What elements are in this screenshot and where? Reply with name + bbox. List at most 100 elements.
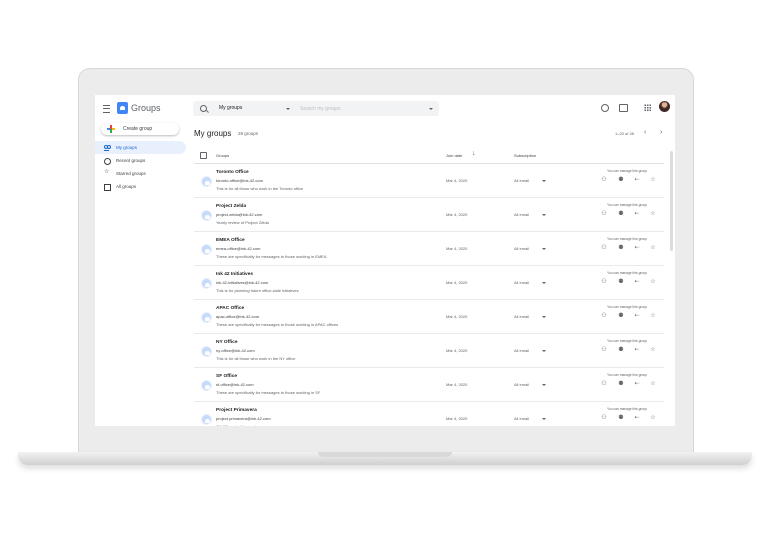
sort-arrow-down-icon[interactable]: ↓ [472,150,476,157]
table-row[interactable]: Ink 42 Initiatives ink-42-initiatives@in… [194,266,664,300]
group-name[interactable]: EMEA Office [216,238,245,243]
members-icon[interactable]: ⚇ [601,279,607,285]
add-member-icon[interactable]: ⚉ [618,245,624,251]
sidebar-item-recent-groups[interactable]: Recent groups [95,154,186,167]
sidebar-item-my-groups[interactable]: My groups [95,141,186,154]
leave-group-icon[interactable]: ⇠ [634,177,640,183]
members-icon[interactable]: ⚇ [601,313,607,319]
manage-note: You can manage this group [607,169,648,173]
chevron-left-icon[interactable]: ‹ [644,129,646,136]
table-header: Groups Join date ↓ Subscription [194,149,664,164]
search-scope-select[interactable]: My groups [219,105,242,111]
subscription-select[interactable]: All email [514,178,529,183]
chevron-down-icon[interactable] [542,350,546,352]
add-member-icon[interactable]: ⚉ [618,381,624,387]
apps-grid-icon[interactable] [644,104,651,111]
leave-group-icon[interactable]: ⇠ [634,211,640,217]
leave-group-icon[interactable]: ⇠ [634,347,640,353]
star-icon[interactable]: ☆ [650,415,656,421]
chevron-down-icon[interactable] [542,384,546,386]
members-icon[interactable]: ⚇ [601,245,607,251]
group-name[interactable]: NY Office [216,340,238,345]
add-member-icon[interactable]: ⚉ [618,415,624,421]
chevron-down-icon[interactable] [542,248,546,250]
subscription-select[interactable]: All email [514,212,529,217]
star-icon[interactable]: ☆ [650,177,656,183]
subscription-select[interactable]: All email [514,314,529,319]
help-icon[interactable] [601,104,609,112]
leave-group-icon[interactable]: ⇠ [634,415,640,421]
group-name[interactable]: SF Office [216,374,237,379]
members-icon[interactable]: ⚇ [601,415,607,421]
add-member-icon[interactable]: ⚉ [618,177,624,183]
star-icon[interactable]: ☆ [650,347,656,353]
chevron-right-icon[interactable]: › [660,129,662,136]
leave-group-icon[interactable]: ⇠ [634,279,640,285]
search-input[interactable] [300,104,420,113]
search-bar[interactable]: My groups [193,101,439,116]
table-row[interactable]: Project Zelda project.zelda@ink-42.com Y… [194,198,664,232]
star-icon[interactable]: ☆ [650,245,656,251]
add-member-icon[interactable]: ⚉ [618,279,624,285]
chevron-down-icon[interactable] [542,214,546,216]
group-name[interactable]: Toronto Office [216,170,249,175]
join-date: Mar 4, 2020 [446,246,468,251]
create-group-button[interactable]: Create group [101,123,179,135]
sidebar-item-all-groups[interactable]: All groups [95,180,186,193]
avatar[interactable] [659,101,670,112]
table-row[interactable]: APAC Office apac-office@ink-42.com These… [194,300,664,334]
leave-group-icon[interactable]: ⇠ [634,313,640,319]
search-icon[interactable] [200,105,207,112]
menu-icon[interactable] [103,105,110,113]
star-icon[interactable]: ☆ [650,211,656,217]
scrollbar-thumb[interactable] [670,151,673,251]
table-row[interactable]: Toronto Office toronto-office@ink-42.com… [194,164,664,198]
subscription-select[interactable]: All email [514,246,529,251]
chevron-down-icon[interactable] [542,282,546,284]
add-member-icon[interactable]: ⚉ [618,313,624,319]
star-icon[interactable]: ☆ [650,279,656,285]
group-name[interactable]: APAC Office [216,306,244,311]
create-group-label: Create group [123,126,153,132]
search-options-icon[interactable] [429,108,433,110]
group-list: Toronto Office toronto-office@ink-42.com… [194,164,664,426]
group-email: project.primavera@ink-42.com [216,416,271,421]
subscription-select[interactable]: All email [514,382,529,387]
chevron-down-icon[interactable] [542,180,546,182]
group-name[interactable]: Project Primavera [216,408,257,413]
chevron-down-icon[interactable] [286,108,290,110]
add-member-icon[interactable]: ⚉ [618,211,624,217]
group-name[interactable]: Project Zelda [216,204,246,209]
table-row[interactable]: NY Office ny-office@ink-42.com This is f… [194,334,664,368]
leave-group-icon[interactable]: ⇠ [634,245,640,251]
members-icon[interactable]: ⚇ [601,347,607,353]
groups-logo-icon[interactable] [117,102,128,114]
table-row[interactable]: SF Office sf-office@ink-42.com These are… [194,368,664,402]
table-row[interactable]: Project Primavera project.primavera@ink-… [194,402,664,426]
column-header-groups[interactable]: Groups [216,153,229,158]
group-email: sf-office@ink-42.com [216,382,254,387]
star-icon[interactable]: ☆ [650,313,656,319]
members-icon[interactable]: ⚇ [601,177,607,183]
column-header-join-date[interactable]: Join date [446,153,462,158]
table-row[interactable]: EMEA Office emea-office@ink-42.com These… [194,232,664,266]
subscription-select[interactable]: All email [514,348,529,353]
chevron-down-icon[interactable] [542,316,546,318]
group-email: emea-office@ink-42.com [216,246,261,251]
column-header-subscription[interactable]: Subscription [514,153,536,158]
chevron-down-icon[interactable] [542,418,546,420]
members-icon[interactable]: ⚇ [601,211,607,217]
sidebar-item-starred-groups[interactable]: ☆ Starred groups [95,167,186,180]
add-member-icon[interactable]: ⚉ [618,347,624,353]
star-icon[interactable]: ☆ [650,381,656,387]
select-all-checkbox[interactable] [200,152,207,159]
group-email: project.zelda@ink-42.com [216,212,263,217]
members-icon[interactable]: ⚇ [601,381,607,387]
feedback-icon[interactable] [619,104,628,112]
leave-group-icon[interactable]: ⇠ [634,381,640,387]
clock-icon [104,158,111,165]
app-name: Groups [131,103,161,113]
subscription-select[interactable]: All email [514,280,529,285]
group-name[interactable]: Ink 42 Initiatives [216,272,253,277]
subscription-select[interactable]: All email [514,416,529,421]
